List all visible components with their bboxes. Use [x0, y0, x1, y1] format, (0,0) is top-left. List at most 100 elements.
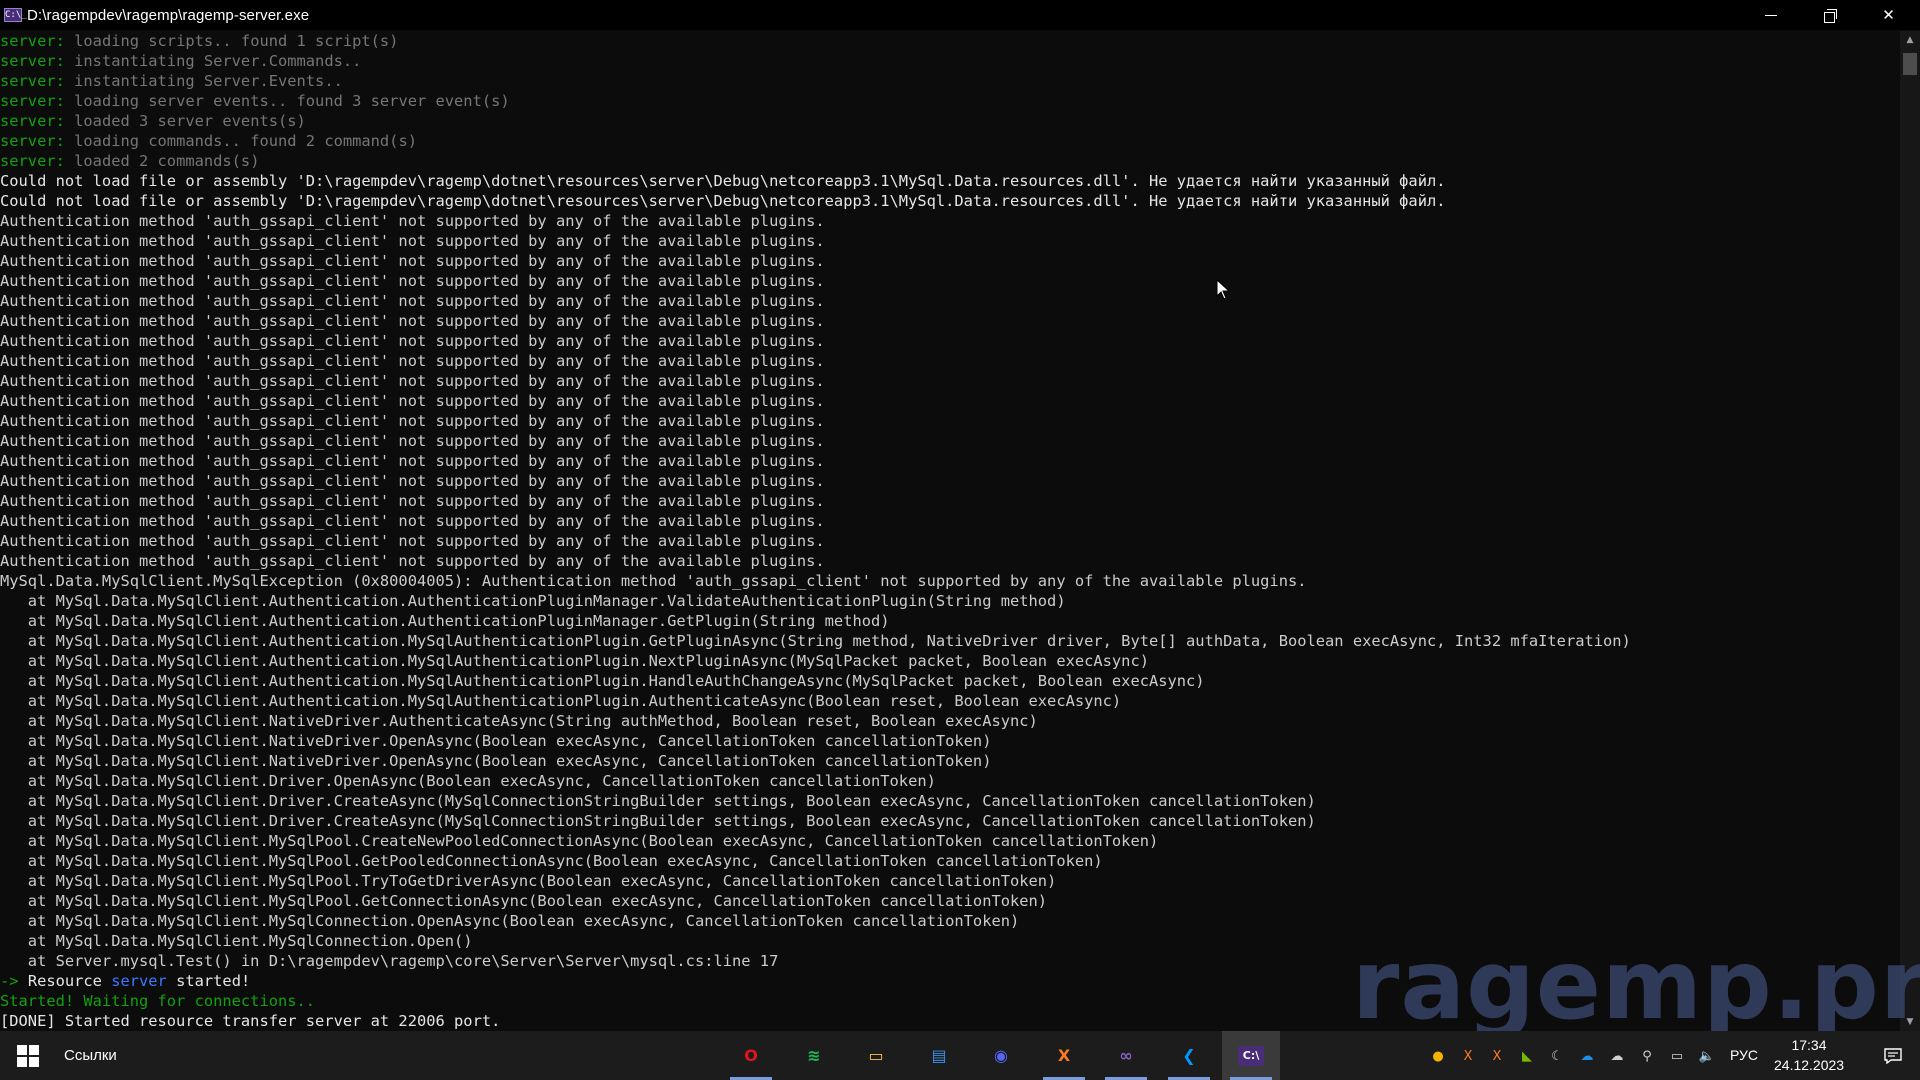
console-line-text: Authentication method 'auth_gssapi_clien…	[0, 412, 825, 430]
restore-icon	[1823, 9, 1837, 23]
console-line-text: at MySql.Data.MySqlClient.MySqlPool.GetP…	[0, 852, 1103, 870]
console-line: server: loading scripts.. found 1 script…	[0, 31, 1900, 51]
console-line: server: loaded 2 commands(s)	[0, 151, 1900, 171]
search-tray-icon[interactable]: ⚲	[1637, 1046, 1657, 1066]
notification-center-button[interactable]	[1866, 1031, 1920, 1080]
console-line: at MySql.Data.MySqlClient.MySqlPool.Crea…	[0, 831, 1900, 851]
moon-tray-icon[interactable]: ☾	[1547, 1046, 1567, 1066]
console-line: at MySql.Data.MySqlClient.MySqlPool.GetP…	[0, 851, 1900, 871]
console-line-prefix: server:	[0, 112, 65, 130]
scroll-thumb[interactable]	[1903, 53, 1917, 75]
console-line-text: Authentication method 'auth_gssapi_clien…	[0, 512, 825, 530]
console-line-text: Started! Waiting for connections..	[0, 992, 316, 1010]
console-line-text: Authentication method 'auth_gssapi_clien…	[0, 292, 825, 310]
visual-studio-icon: ∞	[1119, 1046, 1133, 1065]
console-line-text: loaded 2 commands(s)	[64, 152, 260, 170]
taskbar-app-control-panel[interactable]: ▤	[910, 1031, 968, 1080]
console-line-text: at MySql.Data.MySqlClient.Authentication…	[0, 672, 1205, 690]
console-line-text: at MySql.Data.MySqlClient.NativeDriver.A…	[0, 712, 1038, 730]
taskbar-app-terminal[interactable]: C:\	[1222, 1031, 1280, 1080]
console-line-text: Authentication method 'auth_gssapi_clien…	[0, 492, 825, 510]
restore-button[interactable]	[1800, 0, 1859, 30]
start-button[interactable]	[0, 1031, 56, 1080]
console-line: at MySql.Data.MySqlClient.NativeDriver.A…	[0, 711, 1900, 731]
weather-tray-icon[interactable]: ☁	[1607, 1046, 1627, 1066]
taskbar-app-discord[interactable]: ◉	[972, 1031, 1030, 1080]
console-line-text: Could not load file or assembly 'D:\rage…	[0, 192, 1446, 210]
console-line: server: loading commands.. found 2 comma…	[0, 131, 1900, 151]
console-line: Authentication method 'auth_gssapi_clien…	[0, 511, 1900, 531]
console-line-text: at MySql.Data.MySqlClient.Authentication…	[0, 692, 1122, 710]
title-bar[interactable]: C:\_ D:\ragempdev\ragemp\ragemp-server.e…	[0, 0, 1920, 30]
onedrive-tray-icon[interactable]: ☁	[1577, 1046, 1597, 1066]
console-line-text: Authentication method 'auth_gssapi_clien…	[0, 272, 825, 290]
taskbar-app-opera[interactable]: O	[722, 1031, 780, 1080]
console-line: at MySql.Data.MySqlClient.Authentication…	[0, 631, 1900, 651]
console-line-text: Authentication method 'auth_gssapi_clien…	[0, 252, 825, 270]
console-line: server: instantiating Server.Events..	[0, 71, 1900, 91]
scroll-up-arrow-icon[interactable]: ▲	[1900, 31, 1920, 49]
nvidia-tray-icon[interactable]: ◣	[1517, 1046, 1537, 1066]
console-line: Authentication method 'auth_gssapi_clien…	[0, 331, 1900, 351]
console-line: at MySql.Data.MySqlClient.MySqlPool.TryT…	[0, 871, 1900, 891]
taskbar-app-visual-studio[interactable]: ∞	[1097, 1031, 1155, 1080]
clock-time[interactable]: 17:34	[1774, 1037, 1844, 1053]
console-line: Authentication method 'auth_gssapi_clien…	[0, 551, 1900, 571]
console-line-text: at MySql.Data.MySqlClient.Authentication…	[0, 592, 1066, 610]
console-line: Authentication method 'auth_gssapi_clien…	[0, 231, 1900, 251]
terminal-app-icon: C:\_	[4, 8, 27, 22]
console-line-text: Authentication method 'auth_gssapi_clien…	[0, 552, 825, 570]
console-line-prefix: server:	[0, 152, 65, 170]
console-scrollbar[interactable]: ▲ ▼	[1900, 31, 1920, 1031]
console-line: Authentication method 'auth_gssapi_clien…	[0, 211, 1900, 231]
console-line: at MySql.Data.MySqlClient.NativeDriver.O…	[0, 731, 1900, 751]
console-line: at MySql.Data.MySqlClient.Driver.CreateA…	[0, 791, 1900, 811]
console-line: at MySql.Data.MySqlClient.Authentication…	[0, 691, 1900, 711]
taskbar-app-spotify[interactable]: ≋	[785, 1031, 843, 1080]
minimize-button[interactable]	[1741, 0, 1800, 30]
taskbar-app-xampp[interactable]: X	[1035, 1031, 1093, 1080]
console-line-text: Authentication method 'auth_gssapi_clien…	[0, 392, 825, 410]
close-icon: ✕	[1882, 6, 1895, 24]
console-line-text: at MySql.Data.MySqlClient.MySqlConnectio…	[0, 932, 473, 950]
console-output[interactable]: server: loading scripts.. found 1 script…	[0, 31, 1900, 1031]
language-indicator[interactable]: РУС	[1730, 1031, 1758, 1080]
console-line: Authentication method 'auth_gssapi_clien…	[0, 471, 1900, 491]
clock-date[interactable]: 24.12.2023	[1774, 1057, 1844, 1073]
console-line: at MySql.Data.MySqlClient.NativeDriver.O…	[0, 751, 1900, 771]
mouse-cursor-icon	[1216, 279, 1230, 300]
console-line: Authentication method 'auth_gssapi_clien…	[0, 271, 1900, 291]
window-title: D:\ragempdev\ragemp\ragemp-server.exe	[27, 6, 310, 24]
control-panel-icon: ▤	[931, 1046, 947, 1065]
console-line: Authentication method 'auth_gssapi_clien…	[0, 391, 1900, 411]
taskbar: Ссылки O ≋ ▭ ▤ ◉ X ∞ ❮ C:\ ● X X ◣ ☾ ☁ ☁ ⚲ ▭ 🔈 РУС 17:34 …	[0, 1031, 1920, 1080]
opera-icon: O	[744, 1046, 758, 1065]
watermark-text: ragemp.pro	[1352, 929, 1920, 1041]
console-line: server: instantiating Server.Commands..	[0, 51, 1900, 71]
console-line-prefix: ->	[0, 972, 19, 990]
close-button[interactable]: ✕	[1859, 0, 1918, 30]
volume-tray-icon[interactable]: 🔈	[1697, 1046, 1717, 1066]
console-line: at MySql.Data.MySqlClient.Driver.CreateA…	[0, 811, 1900, 831]
xampp-tray-icon[interactable]: X	[1458, 1046, 1478, 1066]
taskbar-app-vscode[interactable]: ❮	[1160, 1031, 1218, 1080]
file-explorer-icon: ▭	[868, 1046, 884, 1065]
console-line: at MySql.Data.MySqlClient.Authentication…	[0, 591, 1900, 611]
spotify-icon: ≋	[807, 1046, 821, 1065]
console-line-text: at MySql.Data.MySqlClient.MySqlPool.GetC…	[0, 892, 1048, 910]
taskbar-app-file-explorer[interactable]: ▭	[847, 1031, 905, 1080]
console-line-text: Authentication method 'auth_gssapi_clien…	[0, 372, 825, 390]
taskbar-links-label[interactable]: Ссылки	[64, 1031, 117, 1080]
console-line-text: loading commands.. found 2 command(s)	[64, 132, 417, 150]
console-line-highlight: server	[111, 972, 167, 990]
chrome-tray-icon[interactable]: ●	[1428, 1046, 1448, 1066]
console-line: Authentication method 'auth_gssapi_clien…	[0, 451, 1900, 471]
console-line-text: Authentication method 'auth_gssapi_clien…	[0, 312, 825, 330]
console-line-text: Authentication method 'auth_gssapi_clien…	[0, 332, 825, 350]
console-line: Authentication method 'auth_gssapi_clien…	[0, 531, 1900, 551]
network-tray-icon[interactable]: ▭	[1667, 1046, 1687, 1066]
vscode-icon: ❮	[1182, 1046, 1196, 1065]
xampp-tray-icon-2[interactable]: X	[1487, 1046, 1507, 1066]
discord-icon: ◉	[994, 1046, 1008, 1065]
console-line: Authentication method 'auth_gssapi_clien…	[0, 291, 1900, 311]
